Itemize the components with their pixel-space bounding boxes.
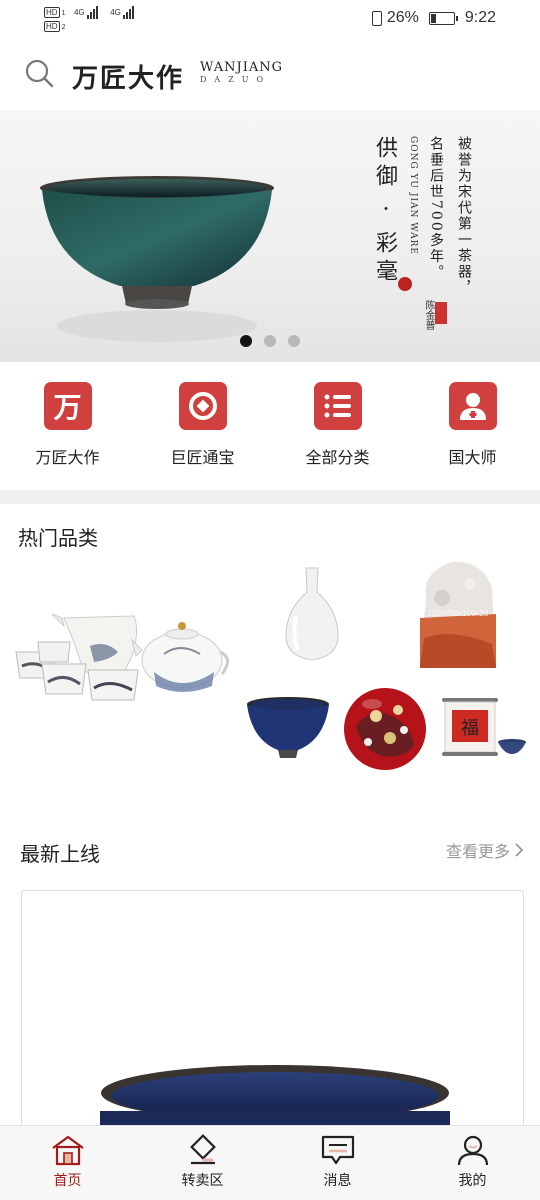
view-more-label: 查看更多 [445, 842, 510, 861]
profile-icon [457, 1135, 488, 1166]
banner-caption: 供御 · 彩毫 GONG YU JIAN WARE 名垂后世700多年。 被誉为… [368, 136, 474, 296]
vibrate-icon [371, 10, 382, 26]
latest-title: 最新上线 [20, 842, 100, 866]
signal1-icon [87, 6, 99, 19]
tea-set-image[interactable] [14, 612, 236, 712]
tab-label: 首页 [53, 1173, 82, 1189]
seal-round [398, 277, 412, 291]
tab-label: 消息 [323, 1173, 352, 1189]
quick-nav-wanjiang[interactable]: 万 万匠大作 [0, 362, 135, 490]
search-icon[interactable] [24, 58, 54, 88]
resale-icon [189, 1134, 216, 1165]
status-bar: HD 1 4G 4G HD 2 26% 9:22 [0, 0, 540, 38]
list-icon [313, 382, 362, 430]
tab-messages[interactable]: 消息 [270, 1126, 405, 1200]
quick-nav-label: 万匠大作 [35, 448, 100, 467]
tab-label: 我的 [458, 1173, 487, 1189]
bottom-tab-bar: 首页 转卖区 消息 我的 [0, 1125, 540, 1200]
tab-home[interactable]: 首页 [0, 1126, 135, 1200]
hot-categories-title: 热门品类 [18, 526, 98, 550]
quick-nav: 万 万匠大作 巨匠通宝 全部分类 国大师 [0, 362, 540, 490]
seal-rect [435, 302, 447, 324]
tab-resale[interactable]: 转卖区 [135, 1126, 270, 1200]
carousel-dot[interactable] [288, 335, 300, 347]
quick-nav-label: 全部分类 [305, 448, 370, 467]
battery-icon [428, 11, 458, 25]
master-icon [448, 382, 497, 430]
signal2-icon [123, 6, 135, 19]
blue-bowl-image[interactable] [246, 696, 330, 760]
home-icon [51, 1135, 84, 1166]
quick-nav-label: 巨匠通宝 [170, 448, 235, 467]
lacquer-ball-image[interactable] [342, 686, 428, 772]
latest-section: 最新上线 查看更多 [0, 810, 540, 1190]
tab-profile[interactable]: 我的 [405, 1126, 540, 1200]
banner-signature: 陈金普 [423, 300, 434, 330]
white-vase-image[interactable] [282, 566, 342, 662]
hd1-badge: HD [44, 7, 60, 18]
logo-english-sub: DAZUO [200, 75, 272, 84]
carousel-dot[interactable] [264, 335, 276, 347]
net2-label: 4G [110, 8, 121, 17]
app-header: 万匠大作 WANJIANG DAZUO [0, 38, 540, 110]
hd1-sub: 1 [61, 10, 66, 17]
view-more-link[interactable]: 查看更多 [446, 838, 524, 862]
hot-categories-section: 热门品类 750x750x100x20 福 [0, 504, 540, 810]
coin-icon [178, 382, 227, 430]
carousel-dot[interactable] [240, 335, 252, 347]
wan-char-icon: 万 [43, 382, 92, 430]
banner-title: 供御 · 彩毫 [372, 136, 397, 287]
quick-nav-jujiang[interactable]: 巨匠通宝 [135, 362, 270, 490]
hd2-sub: 2 [61, 24, 66, 31]
banner-subtitle-2: 名垂后世700多年。 [428, 136, 444, 281]
battery-percent: 26% [386, 9, 419, 26]
message-icon [321, 1135, 354, 1165]
chevron-right-icon [515, 843, 524, 857]
scroll-and-cup-image[interactable]: 福 [440, 696, 528, 760]
clock: 9:22 [464, 9, 496, 26]
quick-nav-master[interactable]: 国大师 [405, 362, 540, 490]
battery-fill [430, 13, 437, 23]
banner-english: GONG YU JIAN WARE [408, 136, 418, 255]
tab-label: 转卖区 [181, 1173, 224, 1189]
logo-english-main: WANJIANG [200, 60, 283, 75]
logo-chinese: 万匠大作 [72, 64, 185, 94]
seal-watermark: 750x750x100x20 [428, 609, 489, 618]
svg-text:福: 福 [461, 718, 479, 739]
tea-bowl-image [40, 176, 274, 342]
wan-glyph: 万 [53, 391, 82, 424]
carousel-indicator [240, 335, 300, 347]
network-indicators: HD 1 4G 4G HD 2 [44, 6, 135, 33]
quick-nav-label: 国大师 [448, 448, 497, 467]
quick-nav-categories[interactable]: 全部分类 [270, 362, 405, 490]
seal-stone-image[interactable]: 750x750x100x20 [412, 558, 504, 672]
logo-english: WANJIANG DAZUO [200, 60, 283, 86]
hd2-badge: HD [44, 21, 60, 32]
system-indicators: 26% 9:22 [371, 9, 496, 27]
net1-label: 4G [73, 8, 85, 17]
promo-banner[interactable]: 供御 · 彩毫 GONG YU JIAN WARE 名垂后世700多年。 被誉为… [0, 110, 540, 362]
banner-subtitle-1: 被誉为宋代第一茶器， [456, 136, 472, 296]
